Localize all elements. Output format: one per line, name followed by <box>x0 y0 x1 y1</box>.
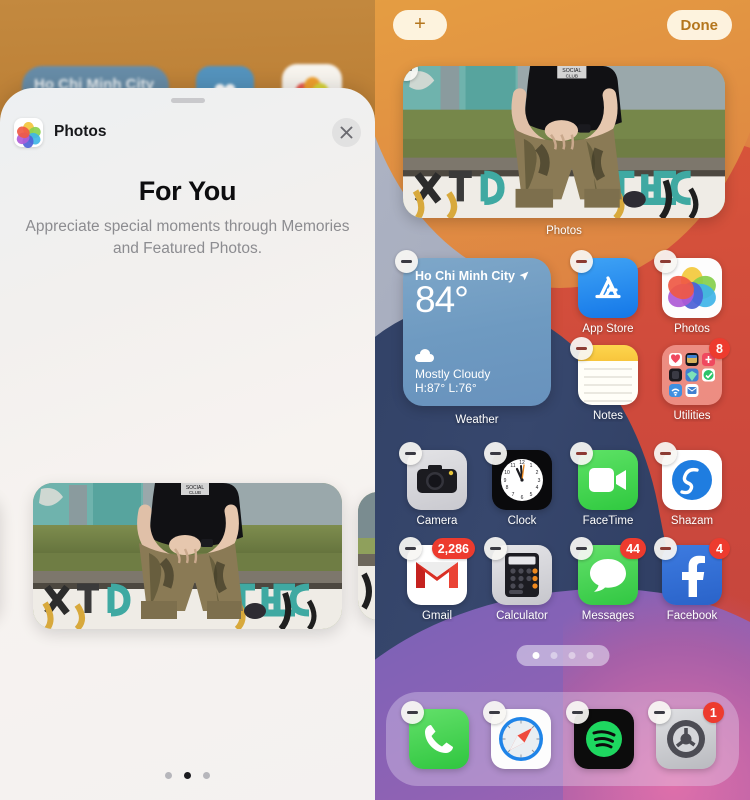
app-label: Messages <box>581 610 635 622</box>
svg-text:10: 10 <box>504 470 510 476</box>
gmail-badge: 2,286 <box>431 538 475 559</box>
weather-widget-label: Weather <box>455 414 499 426</box>
app-icon-shazam[interactable]: Shazam <box>654 442 722 527</box>
weather-high-low: H:87° L:76° <box>415 381 477 395</box>
svg-text:4: 4 <box>536 485 539 491</box>
photos-flower-icon <box>14 117 43 148</box>
app-icon-facebook[interactable]: 4 Facebook <box>654 537 730 622</box>
widget-page-dots <box>0 772 375 779</box>
app-icon-facetime[interactable]: FaceTime <box>570 442 638 527</box>
app-icon-notes[interactable]: Notes <box>570 337 638 422</box>
sheet-header: Photos <box>0 110 375 154</box>
cloud-icon <box>415 349 434 362</box>
page-dot[interactable] <box>568 652 575 659</box>
home-photos-widget[interactable]: SOCIAL CLUB <box>403 66 725 218</box>
remove-gmail-button[interactable] <box>399 537 422 560</box>
widget-description: Appreciate special moments through Memor… <box>25 218 350 257</box>
done-button[interactable]: Done <box>666 10 732 40</box>
remove-settings-button[interactable] <box>647 701 671 724</box>
location-arrow-icon <box>519 271 529 281</box>
page-dot[interactable] <box>586 652 593 659</box>
svg-text:5: 5 <box>530 492 533 498</box>
weather-condition-text: Mostly Cloudy <box>415 367 491 381</box>
svg-text:6: 6 <box>521 495 524 501</box>
remove-clock-button[interactable] <box>484 442 507 465</box>
widget-preview-selected[interactable]: SOCIAL CLUB <box>33 483 342 629</box>
svg-text:CLUB: CLUB <box>189 490 201 495</box>
remove-spotify-button[interactable] <box>565 701 589 724</box>
remove-shazam-button[interactable] <box>654 442 677 465</box>
app-label: App Store <box>582 323 634 335</box>
sheet-grabber-handle[interactable] <box>170 98 205 103</box>
app-label: Photos <box>674 323 710 335</box>
screenshot-root: Ho Chi Minh City ➤ ❤ <box>0 0 750 800</box>
remove-messages-button[interactable] <box>570 537 593 560</box>
remove-camera-button[interactable] <box>399 442 422 465</box>
dock-icon-safari[interactable] <box>483 701 552 769</box>
add-widget-plus-button[interactable]: + <box>393 10 447 40</box>
home-screen-content: SOCIAL CLUB Photos Ho Chi Minh City 84° … <box>375 0 750 800</box>
widget-title: For You <box>138 176 237 206</box>
app-icon-messages[interactable]: 44 Messages <box>570 537 646 622</box>
home-weather-widget[interactable]: Ho Chi Minh City 84° Mostly Cloudy H:87°… <box>395 250 551 406</box>
svg-text:7: 7 <box>512 492 515 498</box>
app-icon-app-store[interactable]: App Store <box>570 250 638 335</box>
svg-text:2: 2 <box>536 470 539 476</box>
svg-text:1: 1 <box>530 463 533 469</box>
weather-temperature: 84° <box>415 279 469 320</box>
close-x-icon[interactable] <box>332 117 361 147</box>
app-label: Shazam <box>670 515 714 527</box>
dock-icon-spotify[interactable] <box>565 701 634 769</box>
widget-preview-next[interactable] <box>358 492 375 620</box>
page-dot[interactable] <box>203 772 210 779</box>
page-dot[interactable] <box>165 772 172 779</box>
remove-facetime-button[interactable] <box>570 442 593 465</box>
sheet-app-name: Photos <box>54 123 107 140</box>
folder-badge: 8 <box>709 338 730 359</box>
widget-size-carousel[interactable]: SOCIAL CLUB <box>0 380 375 629</box>
remove-app-store-button[interactable] <box>570 250 593 273</box>
app-icon-gmail[interactable]: 2,286 Gmail <box>399 537 475 622</box>
app-label: Notes <box>592 410 624 422</box>
right-screen-home-jiggle-mode: + Done SOCIAL CLUB Photos Ho Chi Minh Ci… <box>375 0 750 800</box>
app-icon-camera[interactable]: Camera <box>399 442 467 527</box>
remove-notes-button[interactable] <box>570 337 593 360</box>
page-dot-active[interactable] <box>184 772 191 779</box>
remove-weather-widget-button[interactable] <box>395 250 418 273</box>
home-page-dots[interactable] <box>516 645 609 666</box>
remove-photos-button[interactable] <box>654 250 677 273</box>
app-folder-utilities[interactable]: 8 Utilities <box>662 338 730 422</box>
photos-widget-label: Photos <box>546 225 582 237</box>
remove-calculator-button[interactable] <box>484 537 507 560</box>
weather-conditions: Mostly Cloudy H:87° L:76° <box>415 349 491 395</box>
svg-text:CLUB: CLUB <box>566 73 578 78</box>
remove-facebook-button[interactable] <box>654 537 677 560</box>
dock: 1 <box>386 692 739 786</box>
app-label: Facebook <box>666 610 718 622</box>
left-screen-widget-picker: Ho Chi Minh City ➤ ❤ <box>0 0 375 800</box>
page-dot[interactable] <box>550 652 557 659</box>
svg-text:3: 3 <box>538 478 541 484</box>
app-label: Gmail <box>421 610 453 622</box>
app-label: FaceTime <box>582 515 634 527</box>
app-label: Calculator <box>496 610 548 622</box>
widget-preview-sheet: Photos For You Appreciate special moment… <box>0 88 375 800</box>
settings-badge: 1 <box>702 702 724 723</box>
remove-phone-button[interactable] <box>401 701 425 724</box>
messages-badge: 44 <box>620 538 646 559</box>
svg-text:9: 9 <box>504 478 507 484</box>
facebook-badge: 4 <box>709 538 730 559</box>
app-icon-calculator[interactable]: Calculator <box>484 537 552 622</box>
dock-icon-settings[interactable]: 1 <box>647 701 724 769</box>
svg-text:8: 8 <box>506 485 509 491</box>
app-icon-clock[interactable]: 12 1 2 3 4567 8 9 10 11 Clock <box>484 442 552 527</box>
app-label: Clock <box>507 515 537 527</box>
app-label: Camera <box>416 515 458 527</box>
svg-text:11: 11 <box>510 463 515 469</box>
dock-icon-phone[interactable] <box>401 701 470 769</box>
page-dot-active[interactable] <box>532 652 539 659</box>
app-icon-photos[interactable]: Photos <box>654 250 722 335</box>
edit-mode-top-bar: + Done <box>375 10 750 40</box>
folder-label: Utilities <box>673 410 711 422</box>
